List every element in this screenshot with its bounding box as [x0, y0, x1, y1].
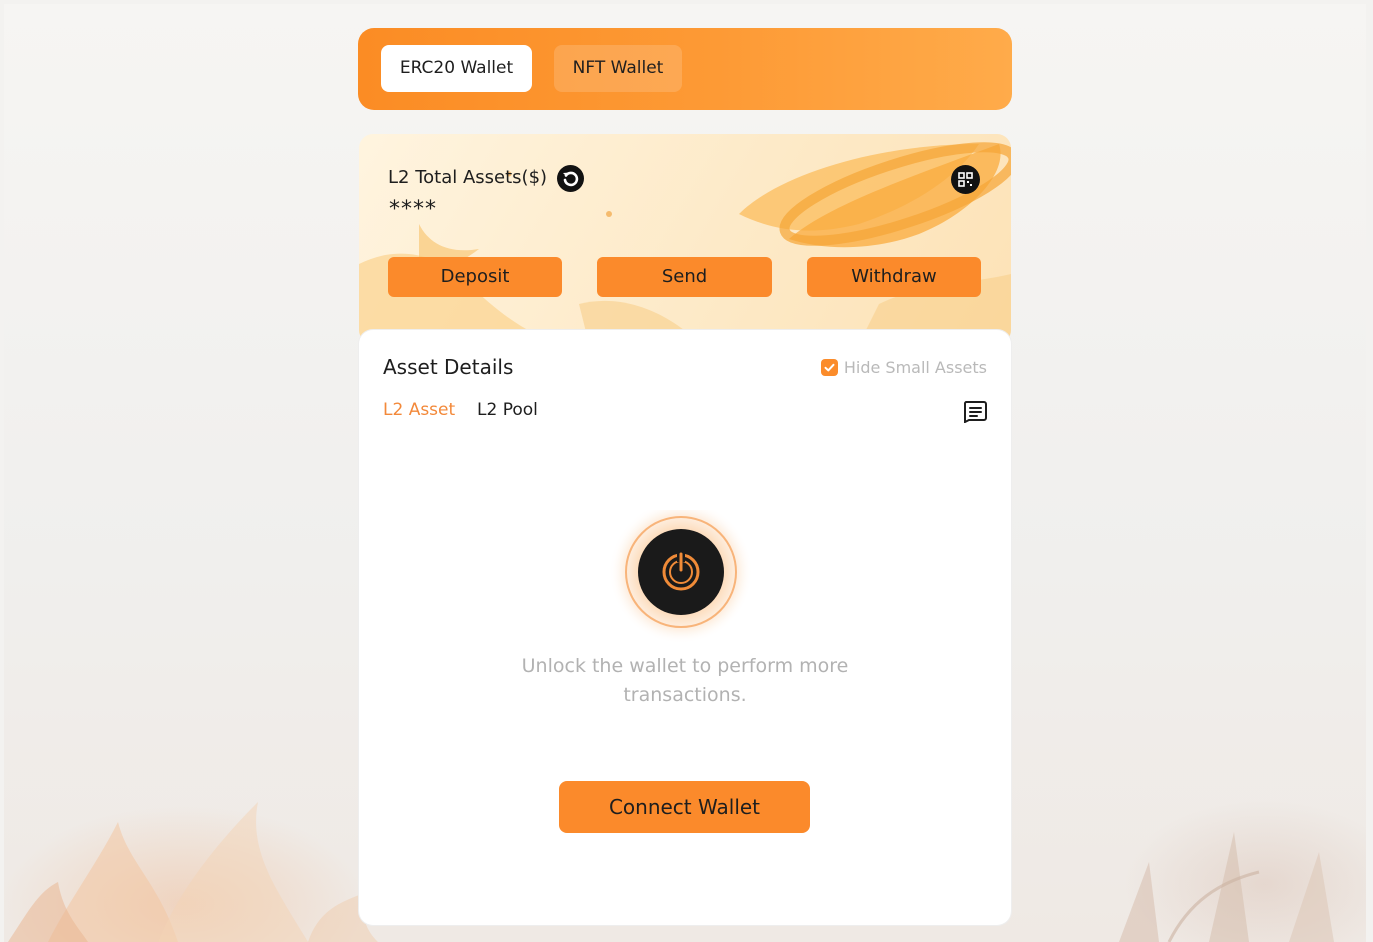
hide-small-assets-label: Hide Small Assets: [843, 357, 987, 377]
send-button[interactable]: Send: [597, 257, 772, 297]
asset-details-title: Asset Details: [383, 355, 514, 379]
deposit-button[interactable]: Deposit: [388, 257, 562, 297]
connect-wallet-button[interactable]: Connect Wallet: [559, 781, 810, 833]
total-assets-label: L2 Total Assets($): [388, 167, 548, 188]
tab-l2-asset[interactable]: L2 Asset: [383, 400, 455, 420]
background-art-left: [8, 802, 378, 942]
hide-small-assets-toggle[interactable]: Hide Small Assets: [820, 357, 987, 377]
refresh-glyph: [563, 171, 579, 187]
withdraw-button[interactable]: Withdraw: [807, 257, 981, 297]
card-background-art: [359, 142, 1011, 344]
wallet-tab-bar: ERC20 Wallet NFT Wallet: [358, 28, 1012, 110]
tab-erc20-wallet[interactable]: ERC20 Wallet: [381, 45, 532, 92]
check-icon: [824, 363, 835, 371]
qr-code-icon[interactable]: [951, 165, 980, 194]
list-glyph: [963, 401, 987, 424]
list-view-icon[interactable]: [962, 399, 988, 424]
lock-icon: [609, 510, 753, 644]
total-assets-card: L2 Total Assets($) **** Deposit Send Wit…: [359, 134, 1011, 344]
total-assets-value: ****: [389, 197, 437, 222]
qr-glyph: [958, 172, 973, 187]
asset-details-card: Asset Details Hide Small Assets L2 Asset…: [359, 330, 1011, 925]
unlock-wallet-message: Unlock the wallet to perform more transa…: [521, 655, 849, 706]
tab-l2-pool[interactable]: L2 Pool: [477, 400, 538, 420]
hide-small-assets-checkbox[interactable]: [820, 358, 838, 376]
background-art-right: [1119, 832, 1334, 942]
tab-nft-wallet[interactable]: NFT Wallet: [554, 45, 682, 92]
refresh-icon[interactable]: [557, 165, 584, 192]
